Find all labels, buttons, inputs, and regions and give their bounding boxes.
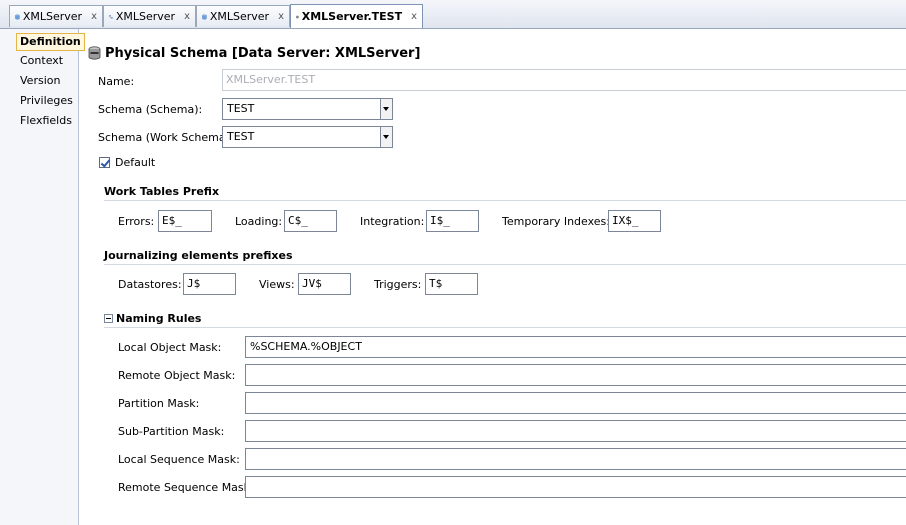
nav-item-flexfields[interactable]: Flexfields	[17, 113, 75, 129]
integration-label: Integration:	[360, 215, 425, 228]
page-title-text: Physical Schema [Data Server: XMLServer]	[105, 45, 421, 61]
work-schema-label: Schema (Work Schema):	[98, 131, 234, 144]
nav-item-privileges[interactable]: Privileges	[17, 93, 76, 109]
tab-label: XMLServer	[22, 10, 83, 23]
remote-sequence-mask-field[interactable]	[245, 476, 906, 498]
temporary-indexes-label: Temporary Indexes:	[502, 215, 610, 228]
tab-label: XMLServer	[209, 10, 270, 23]
local-sequence-mask-label: Local Sequence Mask:	[118, 453, 240, 466]
remote-object-mask-field[interactable]	[245, 364, 906, 386]
schema-select[interactable]: TEST	[222, 98, 393, 120]
schema-label: Schema (Schema):	[98, 103, 203, 116]
database-icon	[202, 14, 207, 19]
views-label: Views:	[259, 278, 295, 291]
physical-schema-icon	[296, 15, 299, 18]
tab-xmlserver-1[interactable]: XMLServer x	[9, 5, 103, 27]
physical-schema-icon	[88, 46, 101, 60]
local-object-mask-field[interactable]: %SCHEMA.%OBJECT	[245, 336, 906, 358]
close-icon[interactable]: x	[411, 11, 417, 22]
datastores-field[interactable]: J$	[183, 273, 236, 295]
nav-item-context[interactable]: Context	[17, 53, 66, 69]
errors-label: Errors:	[118, 215, 155, 228]
default-label: Default	[115, 156, 156, 169]
section-divider	[104, 200, 906, 201]
sub-partition-mask-label: Sub-Partition Mask:	[118, 425, 225, 438]
chevron-down-icon[interactable]	[380, 99, 392, 119]
views-field[interactable]: JV$	[298, 273, 351, 295]
work-schema-value: TEST	[227, 130, 255, 143]
work-tables-title: Work Tables Prefix	[104, 185, 220, 198]
close-icon[interactable]: x	[278, 11, 284, 22]
sub-partition-mask-field[interactable]	[245, 420, 906, 442]
naming-rules-title: Naming Rules	[116, 312, 202, 325]
work-schema-select[interactable]: TEST	[222, 126, 393, 148]
tab-xmlserver-3[interactable]: XMLServer x	[196, 5, 290, 27]
database-icon	[15, 14, 20, 19]
tab-label: XMLServer	[115, 10, 176, 23]
loading-field[interactable]: C$_	[284, 210, 337, 232]
nav-item-definition[interactable]: Definition	[16, 33, 85, 51]
errors-field[interactable]: E$_	[158, 210, 212, 232]
triggers-label: Triggers:	[374, 278, 422, 291]
local-sequence-mask-field[interactable]	[245, 448, 906, 470]
chevron-down-icon[interactable]	[380, 127, 392, 147]
schema-value: TEST	[227, 102, 255, 115]
triggers-field[interactable]: T$	[425, 273, 478, 295]
section-divider	[104, 327, 906, 328]
name-label: Name:	[98, 75, 135, 88]
datastores-label: Datastores:	[118, 278, 182, 291]
partition-mask-label: Partition Mask:	[118, 397, 200, 410]
local-object-mask-label: Local Object Mask:	[118, 341, 222, 354]
remote-sequence-mask-label: Remote Sequence Mask:	[118, 481, 254, 494]
default-checkbox[interactable]	[99, 157, 110, 168]
tab-label: XMLServer.TEST	[301, 10, 403, 23]
journalizing-title: Journalizing elements prefixes	[104, 249, 293, 262]
tab-xmlserver-test[interactable]: XMLServer.TEST x	[290, 4, 423, 28]
collapse-icon[interactable]	[104, 314, 113, 323]
tab-xmlserver-2[interactable]: XMLServer x	[103, 5, 196, 27]
loading-label: Loading:	[235, 215, 283, 228]
editor-tab-bar: XMLServer x XMLServer x XMLServer x XMLS…	[0, 0, 906, 29]
page-title: Physical Schema [Data Server: XMLServer]	[88, 44, 420, 62]
left-navigation: Definition Context Version Privileges Fl…	[0, 29, 85, 525]
section-divider	[104, 264, 906, 265]
close-icon[interactable]: x	[91, 11, 97, 22]
partition-mask-field[interactable]	[245, 392, 906, 414]
close-icon[interactable]: x	[184, 11, 190, 22]
data-model-icon	[109, 14, 113, 19]
integration-field[interactable]: I$_	[426, 210, 479, 232]
nav-item-version[interactable]: Version	[17, 73, 63, 89]
name-field: XMLServer.TEST	[222, 69, 906, 91]
temporary-indexes-field[interactable]: IX$_	[608, 210, 661, 232]
remote-object-mask-label: Remote Object Mask:	[118, 369, 236, 382]
